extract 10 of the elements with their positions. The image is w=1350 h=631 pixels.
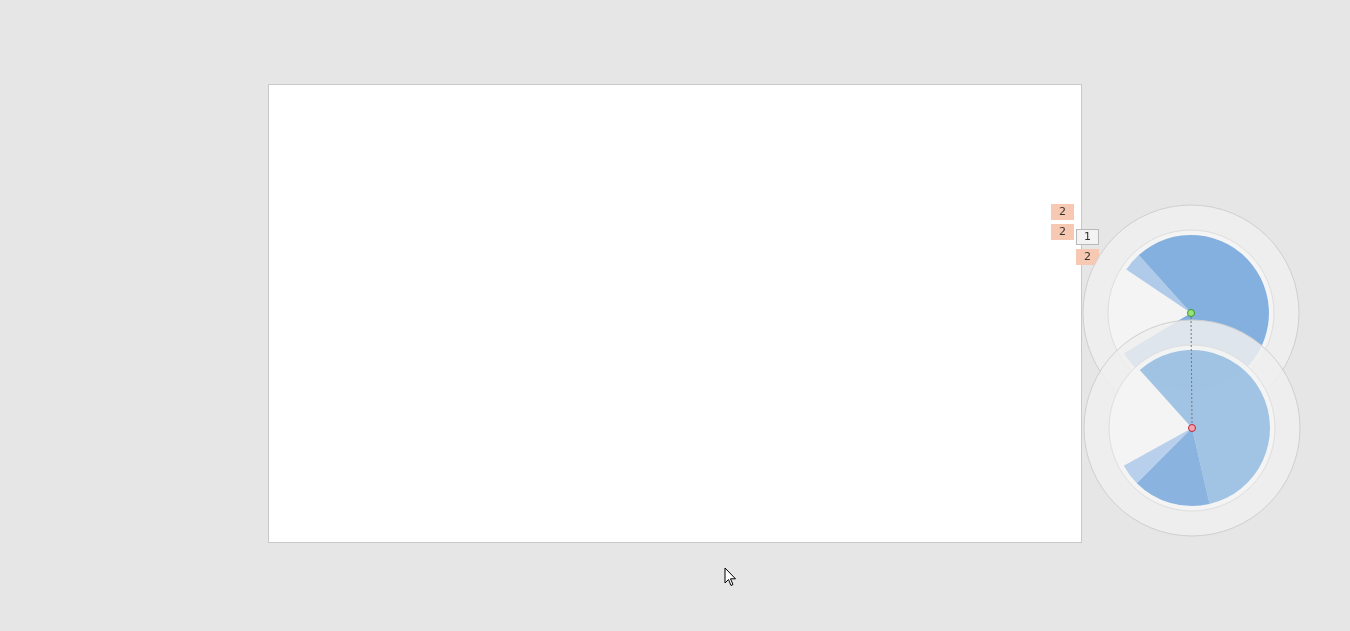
end-point-marker[interactable] <box>1188 424 1196 432</box>
animation-tag[interactable]: 2 <box>1051 204 1074 220</box>
animation-tag[interactable]: 2 <box>1051 224 1074 240</box>
start-point-marker[interactable] <box>1187 309 1195 317</box>
mouse-pointer-icon <box>724 567 737 587</box>
motion-path-line[interactable] <box>1190 316 1193 425</box>
rotation-wedge <box>1123 428 1192 484</box>
animation-tag[interactable]: 2 <box>1076 249 1099 265</box>
animation-tag[interactable]: 1 <box>1076 229 1099 245</box>
rotation-wedge <box>1126 255 1191 313</box>
